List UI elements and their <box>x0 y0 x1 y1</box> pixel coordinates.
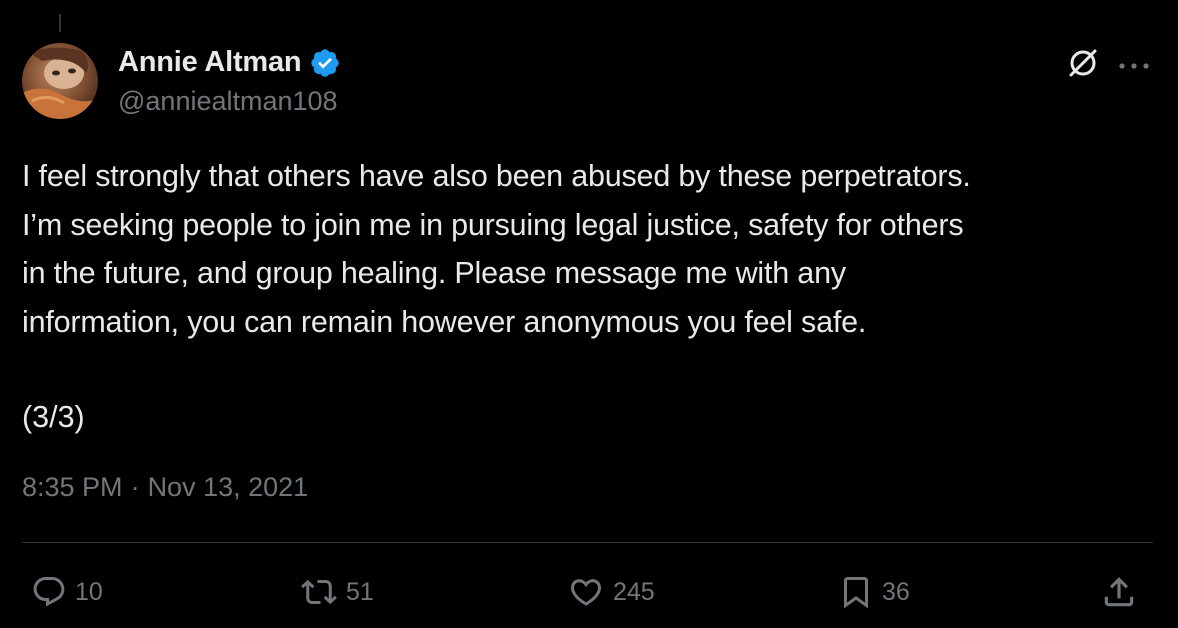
tweet-time[interactable]: 8:35 PM <box>22 472 123 503</box>
avatar-image <box>22 43 98 119</box>
heart-icon <box>567 574 605 610</box>
bookmark-icon <box>838 574 874 610</box>
like-button[interactable]: 245 <box>567 572 655 612</box>
thread-connector-line <box>59 14 61 32</box>
timestamp-separator: · <box>130 472 140 502</box>
divider <box>22 542 1153 543</box>
reply-icon <box>31 574 67 610</box>
reply-count: 10 <box>75 577 103 606</box>
author-name-row: Annie Altman <box>118 46 341 79</box>
share-button[interactable] <box>1100 572 1138 612</box>
like-count: 245 <box>613 577 655 606</box>
author-handle[interactable]: @anniealtman108 <box>118 86 338 117</box>
repost-count: 51 <box>346 577 374 606</box>
grok-icon[interactable] <box>1066 46 1100 80</box>
repost-icon <box>300 574 338 610</box>
verified-badge-icon[interactable] <box>309 47 341 79</box>
share-icon <box>1100 573 1138 611</box>
tweet-date[interactable]: Nov 13, 2021 <box>148 472 309 503</box>
reply-button[interactable]: 10 <box>31 572 103 612</box>
bookmark-count: 36 <box>882 577 910 606</box>
thread-marker: (3/3) <box>22 400 85 434</box>
tweet-timestamp[interactable]: 8:35 PM · Nov 13, 2021 <box>22 472 308 503</box>
avatar[interactable] <box>22 43 98 119</box>
repost-button[interactable]: 51 <box>300 572 374 612</box>
author-display-name[interactable]: Annie Altman <box>118 46 302 79</box>
bookmark-button[interactable]: 36 <box>838 572 910 612</box>
tweet-text: I feel strongly that others have also be… <box>22 159 971 339</box>
more-icon[interactable] <box>1117 58 1151 69</box>
